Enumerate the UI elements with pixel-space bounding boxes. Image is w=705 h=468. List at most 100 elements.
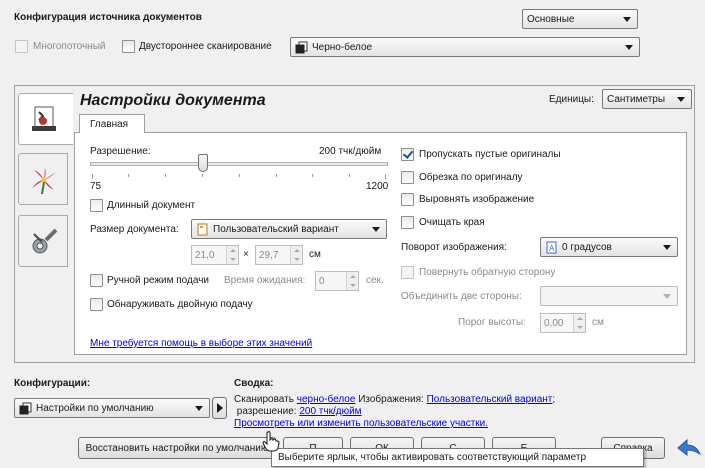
summary-regions-link[interactable]: Просмотреть или изменить пользовательски…	[234, 418, 488, 429]
color-mode-select[interactable]: Черно-белое	[290, 37, 640, 57]
multistream-label: Многопоточный	[33, 41, 106, 52]
tooltip: Выберите ярлык, чтобы активировать соотв…	[271, 448, 644, 467]
source-config-title: Конфигурация источника документов	[14, 12, 202, 23]
chevron-down-icon	[663, 294, 671, 299]
long-document-checkbox[interactable]	[90, 199, 103, 212]
clean-edges-checkbox[interactable]	[401, 216, 414, 229]
multistream-checkbox[interactable]	[15, 40, 28, 53]
crop-checkbox[interactable]	[401, 171, 414, 184]
double-feed-label: Обнаруживать двойную подачу	[107, 299, 253, 310]
chevron-down-icon	[625, 45, 633, 50]
merge-sides-label: Объединить две стороны:	[401, 291, 522, 302]
tab-image-settings[interactable]	[18, 153, 68, 205]
height-threshold-unit: см	[592, 317, 604, 328]
resolution-label: Разрешение:	[90, 146, 151, 157]
summary-size-link[interactable]: Пользовательский вариант	[427, 394, 553, 405]
summary-mode-link[interactable]: черно-белое	[297, 394, 356, 405]
summary-label: Сводка:	[234, 378, 274, 389]
config-menu-button[interactable]	[212, 397, 227, 419]
chevron-down-icon	[677, 97, 685, 102]
view-mode-select[interactable]: Основные	[522, 9, 638, 29]
spin-arrows-icon[interactable]	[346, 272, 358, 290]
spin-arrows-icon[interactable]	[573, 314, 585, 332]
merge-sides-select[interactable]	[540, 286, 678, 306]
bw-page-icon	[295, 41, 308, 53]
custom-page-icon	[197, 223, 208, 235]
doc-size-label: Размер документа:	[90, 224, 179, 235]
spin-arrows-icon[interactable]	[226, 246, 238, 264]
tab-main[interactable]: Главная	[79, 114, 145, 133]
skip-blank-checkbox[interactable]	[401, 148, 414, 161]
configuration-value: Настройки по умолчанию	[36, 402, 154, 414]
configuration-select[interactable]: Настройки по умолчанию	[14, 398, 210, 418]
tab-device-settings[interactable]	[18, 215, 68, 267]
rotation-select[interactable]: A 0 градусов	[540, 237, 678, 257]
skip-blank-label: Пропускать пустые оригиналы	[419, 149, 561, 160]
flower-icon	[32, 167, 56, 195]
width-stepper[interactable]: 21,0	[191, 245, 239, 265]
height-stepper[interactable]: 29,7	[255, 245, 303, 265]
deskew-checkbox[interactable]	[401, 193, 414, 206]
summary-scan-text: Сканировать	[234, 394, 294, 405]
resolution-slider-thumb[interactable]	[198, 154, 208, 172]
double-feed-checkbox[interactable]	[90, 298, 103, 311]
page-rotation-icon: A	[546, 241, 557, 253]
manual-feed-checkbox[interactable]	[90, 274, 103, 287]
color-mode-value: Черно-белое	[312, 41, 373, 53]
doc-size-select[interactable]: Пользовательский вариант	[191, 219, 387, 239]
restore-defaults-button[interactable]: Восстановить настройки по умолчанию	[78, 437, 276, 459]
resolution-value: 200 тчк/дюйм	[319, 146, 382, 157]
tools-icon	[32, 228, 58, 254]
wait-time-stepper[interactable]: 0	[315, 271, 359, 291]
svg-text:A: A	[549, 244, 555, 253]
bw-page-icon	[19, 402, 32, 414]
manual-feed-label: Ручной режим подачи	[107, 275, 209, 286]
summary-semicolon: ;	[552, 394, 556, 405]
resolution-slider-track[interactable]	[90, 162, 388, 166]
wait-time-label: Время ожидания:	[224, 275, 306, 286]
summary-images-text: Изображения:	[358, 394, 424, 405]
times-sign: ×	[243, 249, 249, 260]
chevron-down-icon	[372, 227, 380, 232]
units-select[interactable]: Сантиметры	[602, 89, 692, 109]
width-value: 21,0	[195, 249, 215, 261]
help-choose-link[interactable]: Мне требуется помощь в выборе этих значе…	[90, 337, 312, 351]
slider-max-label: 1200	[366, 181, 389, 192]
deskew-label: Выровнять изображение	[419, 194, 535, 205]
play-right-icon	[216, 403, 223, 413]
rotate-back-label: Повернуть обратную сторону	[419, 267, 556, 278]
chevron-down-icon	[195, 406, 203, 411]
document-settings-icon	[32, 106, 56, 131]
wait-unit-label: сек.	[366, 275, 384, 286]
units-label: Единицы:	[549, 94, 594, 105]
rotation-label: Поворот изображения:	[401, 242, 507, 253]
tab-main-label: Главная	[90, 119, 129, 130]
hand-cursor-icon	[262, 431, 280, 452]
duplex-label: Двустороннее сканирование	[139, 41, 272, 52]
size-unit-label: см	[309, 249, 321, 260]
wait-time-value: 0	[319, 275, 325, 287]
spin-arrows-icon[interactable]	[290, 246, 302, 264]
clean-edges-label: Очищать края	[419, 217, 485, 228]
tab-document-settings[interactable]	[18, 93, 73, 145]
height-threshold-value: 0,00	[544, 317, 564, 329]
doc-size-value: Пользовательский вариант	[213, 223, 339, 235]
summary-text: Сканировать черно-белое Изображения: Пол…	[234, 394, 574, 430]
document-settings-title: Настройки документа	[80, 92, 266, 109]
configurations-label: Конфигурации:	[14, 378, 91, 389]
crop-label: Обрезка по оригиналу	[419, 172, 523, 183]
chevron-down-icon	[663, 245, 671, 250]
height-threshold-stepper[interactable]: 0,00	[540, 313, 586, 333]
height-threshold-label: Порог высоты:	[458, 317, 526, 328]
summary-resolution-link[interactable]: 200 тчк/дюйм	[299, 406, 361, 417]
chevron-down-icon	[623, 17, 631, 22]
summary-resolution-text: разрешение:	[236, 406, 297, 417]
units-value: Сантиметры	[607, 93, 666, 105]
slider-min-label: 75	[90, 181, 102, 192]
duplex-checkbox[interactable]	[122, 40, 135, 53]
rotate-back-checkbox[interactable]	[401, 266, 414, 279]
slider-ticks	[92, 174, 386, 180]
long-document-label: Длинный документ	[107, 200, 196, 211]
back-arrow-icon[interactable]	[676, 438, 702, 458]
view-mode-value: Основные	[527, 13, 575, 25]
